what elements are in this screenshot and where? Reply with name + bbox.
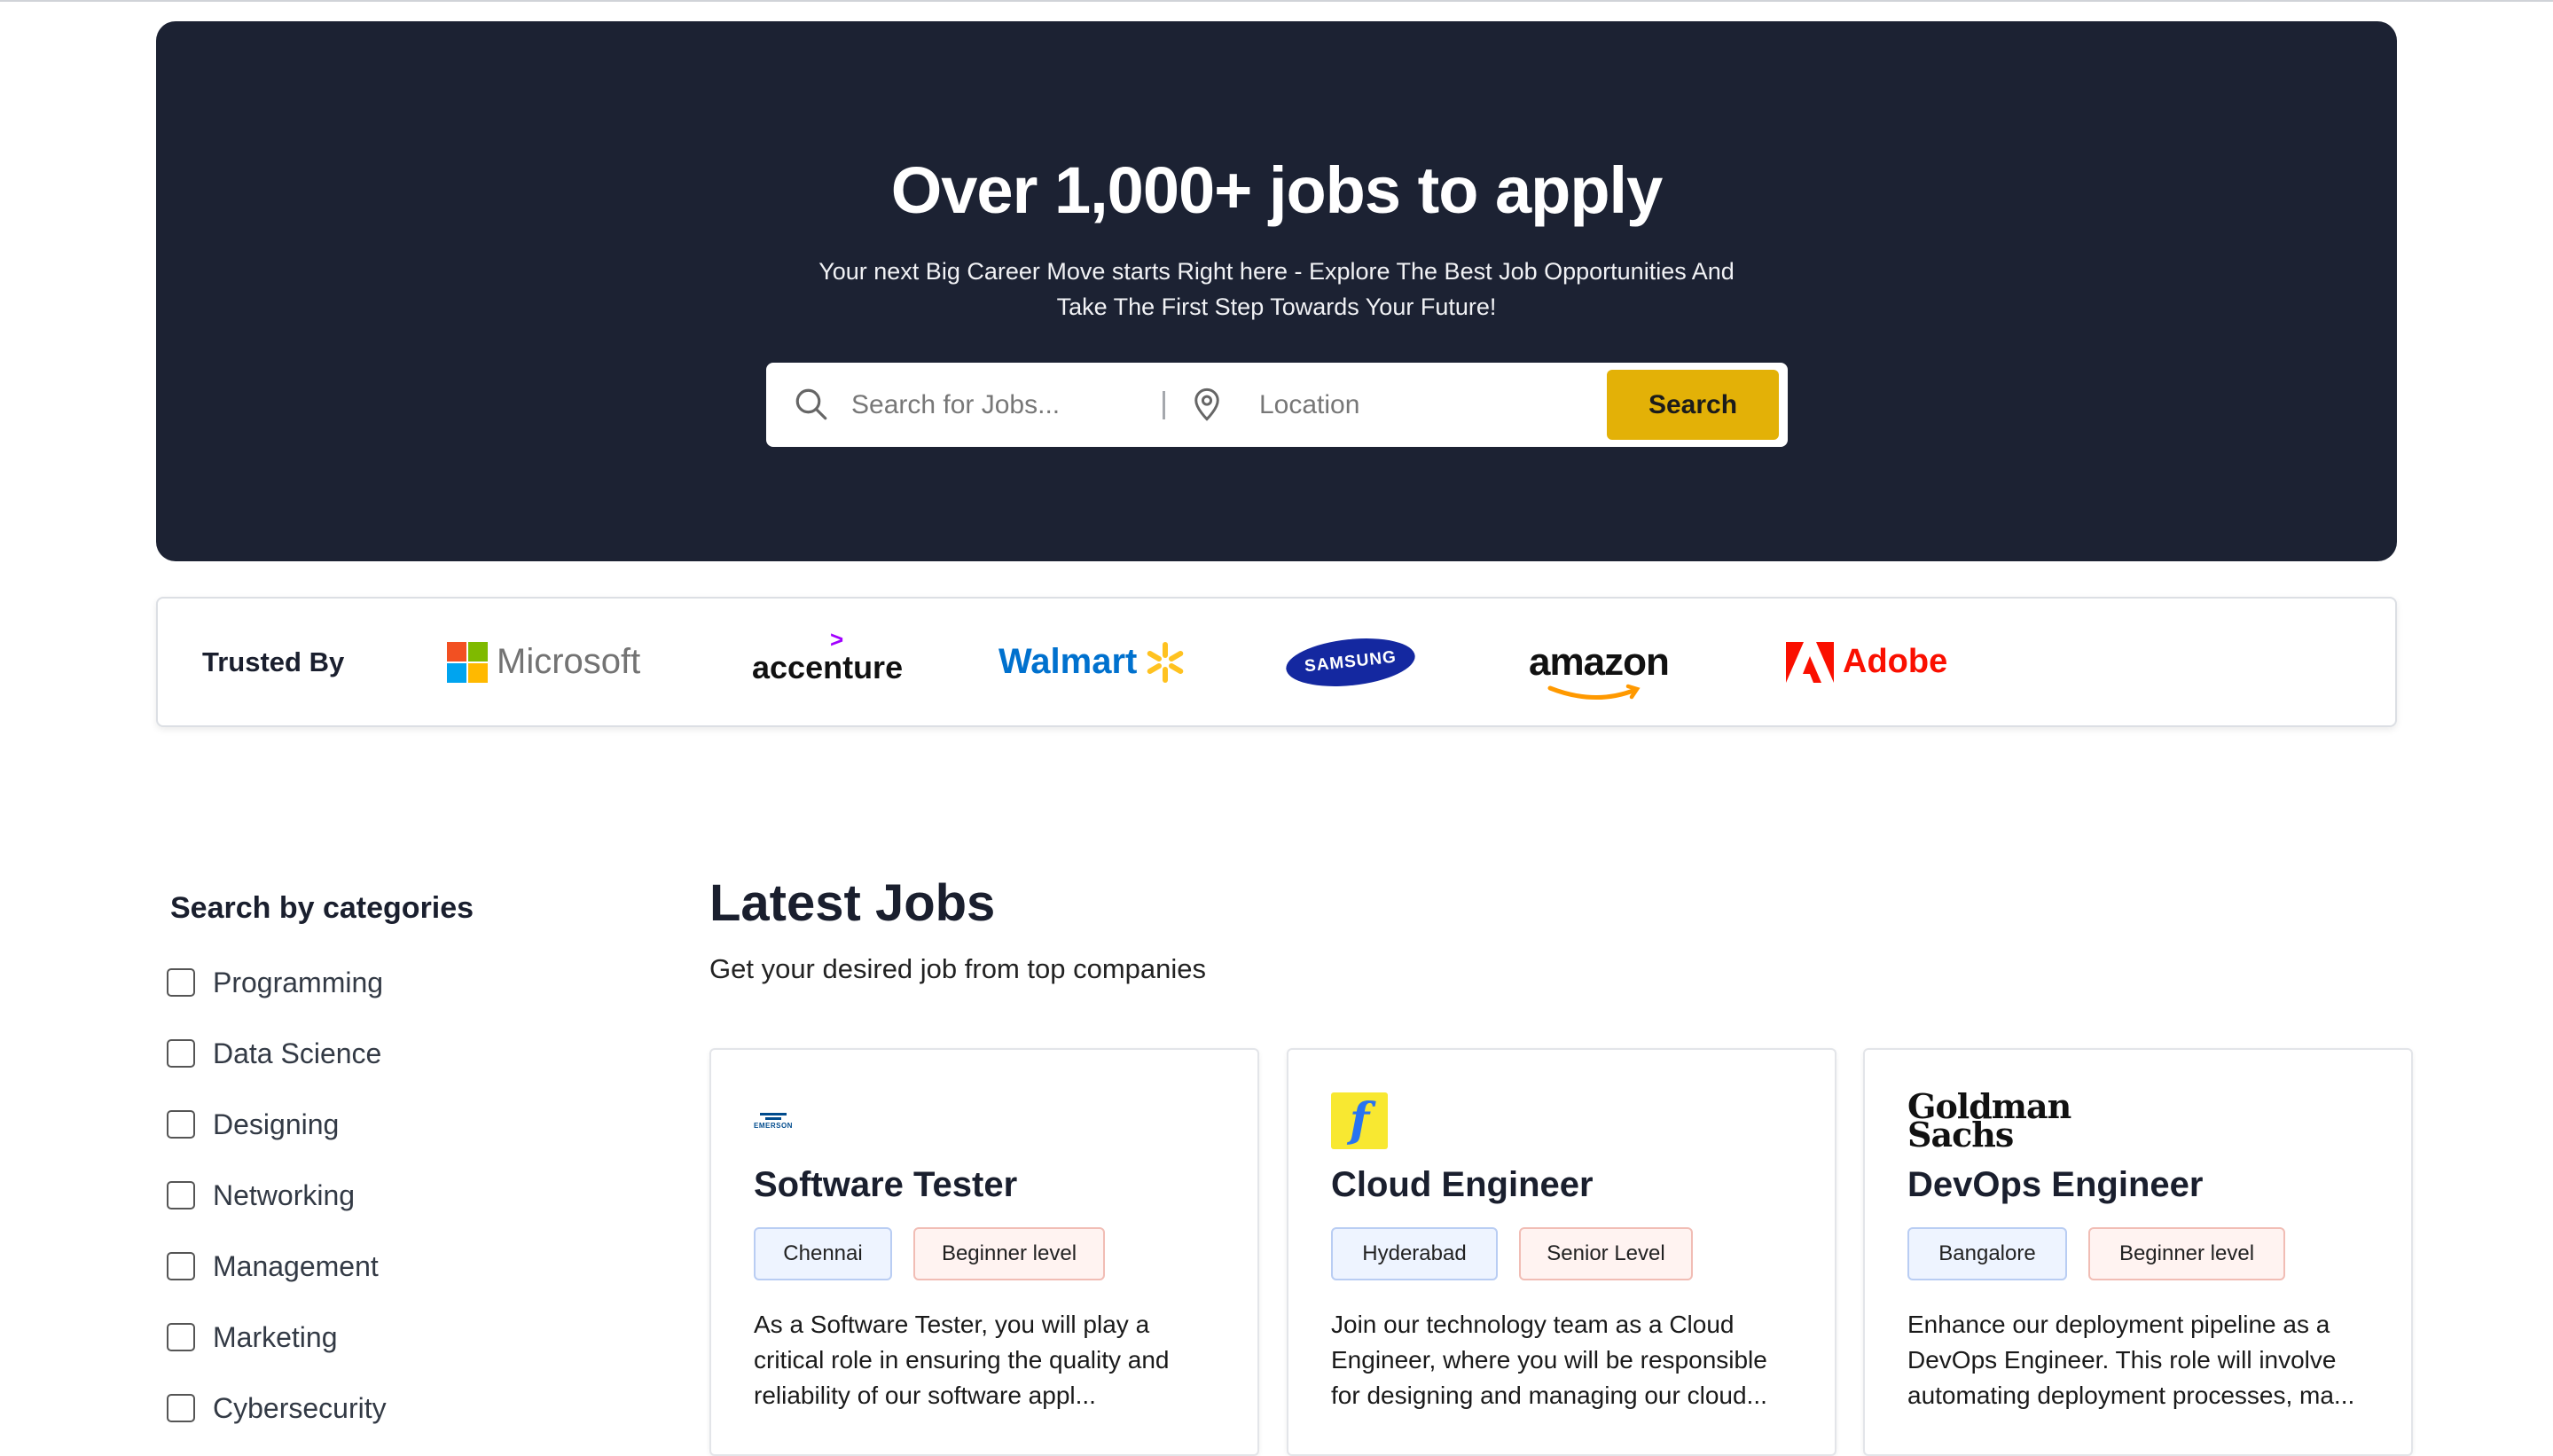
category-checkbox[interactable] [167, 1323, 195, 1351]
job-description: As a Software Tester, you will play a cr… [754, 1307, 1233, 1413]
amazon-smile-icon [1547, 684, 1641, 700]
location-tag: Hyderabad [1331, 1227, 1498, 1280]
category-label: Designing [213, 1108, 340, 1140]
job-description: Enhance our deployment pipeline as a Dev… [1907, 1307, 2386, 1413]
categories-heading: Search by categories [170, 891, 474, 925]
category-label: Data Science [213, 1037, 382, 1069]
microsoft-logo: Microsoft [447, 599, 640, 725]
top-border [0, 0, 2553, 2]
category-item-networking[interactable]: Networking [167, 1178, 355, 1213]
hero-title: Over 1,000+ jobs to apply [890, 153, 1664, 227]
adobe-a-icon [1786, 641, 1834, 683]
job-description-line: As a Software Tester, you will play a [754, 1311, 1150, 1338]
job-search-input[interactable] [851, 363, 1153, 447]
location-tag: Bangalore [1907, 1227, 2067, 1280]
job-description-line: automating deployment processes, ma... [1907, 1382, 2355, 1409]
flipkart-icon: f [1331, 1092, 1388, 1149]
samsung-wordmark: SAMSUNG [1283, 632, 1418, 692]
walmart-wordmark: Walmart [998, 642, 1138, 681]
hero-banner: Over 1,000+ jobs to apply Your next Big … [156, 21, 2397, 561]
category-label: Cybersecurity [213, 1391, 387, 1424]
job-description-line: critical role in ensuring the quality an… [754, 1346, 1170, 1374]
location-tag: Chennai [754, 1227, 892, 1280]
samsung-logo: SAMSUNG [1283, 599, 1418, 725]
amazon-logo: amazon [1529, 599, 1670, 725]
job-title: Software Tester [754, 1165, 1018, 1204]
job-description-line: for designing and managing our cloud... [1331, 1382, 1767, 1409]
category-item-cybersecurity[interactable]: Cybersecurity [167, 1390, 387, 1426]
job-card[interactable]: EMERSON Software Tester Chennai Beginner… [709, 1048, 1259, 1456]
emerson-logo: EMERSON [754, 1092, 793, 1149]
search-icon [795, 388, 827, 420]
job-description-line: reliability of our software appl... [754, 1382, 1096, 1409]
emerson-wordmark: EMERSON [754, 1121, 793, 1130]
amazon-wordmark: amazon [1529, 639, 1670, 684]
microsoft-wordmark: Microsoft [497, 642, 641, 681]
microsoft-windows-icon [447, 641, 488, 683]
job-description-line: Enhance our deployment pipeline as a [1907, 1311, 2330, 1338]
category-item-marketing[interactable]: Marketing [167, 1319, 338, 1355]
latest-jobs-heading: Latest Jobs [709, 874, 996, 932]
category-checkbox[interactable] [167, 1110, 195, 1139]
job-title: DevOps Engineer [1907, 1165, 2204, 1204]
level-tag: Beginner level [913, 1227, 1105, 1280]
job-description: Join our technology team as a Cloud Engi… [1331, 1307, 1810, 1413]
latest-jobs-subtitle: Get your desired job from top companies [709, 953, 1206, 984]
job-card[interactable]: Goldman Sachs DevOps Engineer Bangalore … [1863, 1048, 2413, 1456]
category-label: Marketing [213, 1320, 338, 1353]
search-button[interactable]: Search [1607, 370, 1779, 440]
emerson-mark-icon [759, 1112, 787, 1120]
accenture-logo: > accenture [752, 599, 903, 725]
hero-subtitle-line-1: Your next Big Career Move starts Right h… [818, 258, 1735, 285]
category-label: Networking [213, 1178, 356, 1211]
category-checkbox[interactable] [167, 1394, 195, 1422]
category-item-data-science[interactable]: Data Science [167, 1036, 381, 1071]
job-title: Cloud Engineer [1331, 1165, 1594, 1204]
accenture-wordmark: accenture [752, 648, 904, 685]
job-card[interactable]: f Cloud Engineer Hyderabad Senior Level … [1287, 1048, 1836, 1456]
flipkart-letter: f [1349, 1093, 1370, 1147]
category-checkbox[interactable] [167, 1181, 195, 1209]
location-pin-icon [1194, 387, 1219, 421]
category-label: Programming [213, 966, 384, 998]
job-description-line: Join our technology team as a Cloud [1331, 1311, 1735, 1338]
category-item-programming[interactable]: Programming [167, 965, 383, 1000]
walmart-logo: Walmart [998, 599, 1186, 725]
flipkart-logo: f [1331, 1092, 1388, 1149]
adobe-logo: Adobe [1786, 599, 1947, 725]
job-search-bar: Search [766, 363, 1788, 447]
goldman-sachs-logo: Goldman Sachs [1907, 1090, 2071, 1152]
category-checkbox[interactable] [167, 968, 195, 997]
job-description-line: DevOps Engineer. This role will involve [1907, 1346, 2337, 1374]
level-tag: Senior Level [1519, 1227, 1693, 1280]
job-description-line: Engineer, where you will be responsible [1331, 1346, 1767, 1374]
hero-subtitle-line-2: Take The First Step Towards Your Future! [1056, 294, 1497, 320]
category-checkbox[interactable] [167, 1039, 195, 1068]
level-tag: Beginner level [2088, 1227, 2285, 1280]
category-item-designing[interactable]: Designing [167, 1107, 339, 1142]
hero-subtitle: Your next Big Career Move starts Right h… [156, 254, 2397, 325]
category-item-management[interactable]: Management [167, 1249, 379, 1284]
trusted-by-strip: Trusted By Microsoft > accenture Walmart [156, 597, 2397, 727]
category-checkbox[interactable] [167, 1252, 195, 1280]
adobe-wordmark: Adobe [1843, 643, 1948, 680]
walmart-spark-icon [1147, 641, 1184, 683]
location-input[interactable] [1259, 363, 1596, 447]
category-label: Management [213, 1249, 379, 1282]
search-divider [1163, 391, 1165, 419]
trusted-by-label: Trusted By [202, 646, 345, 677]
